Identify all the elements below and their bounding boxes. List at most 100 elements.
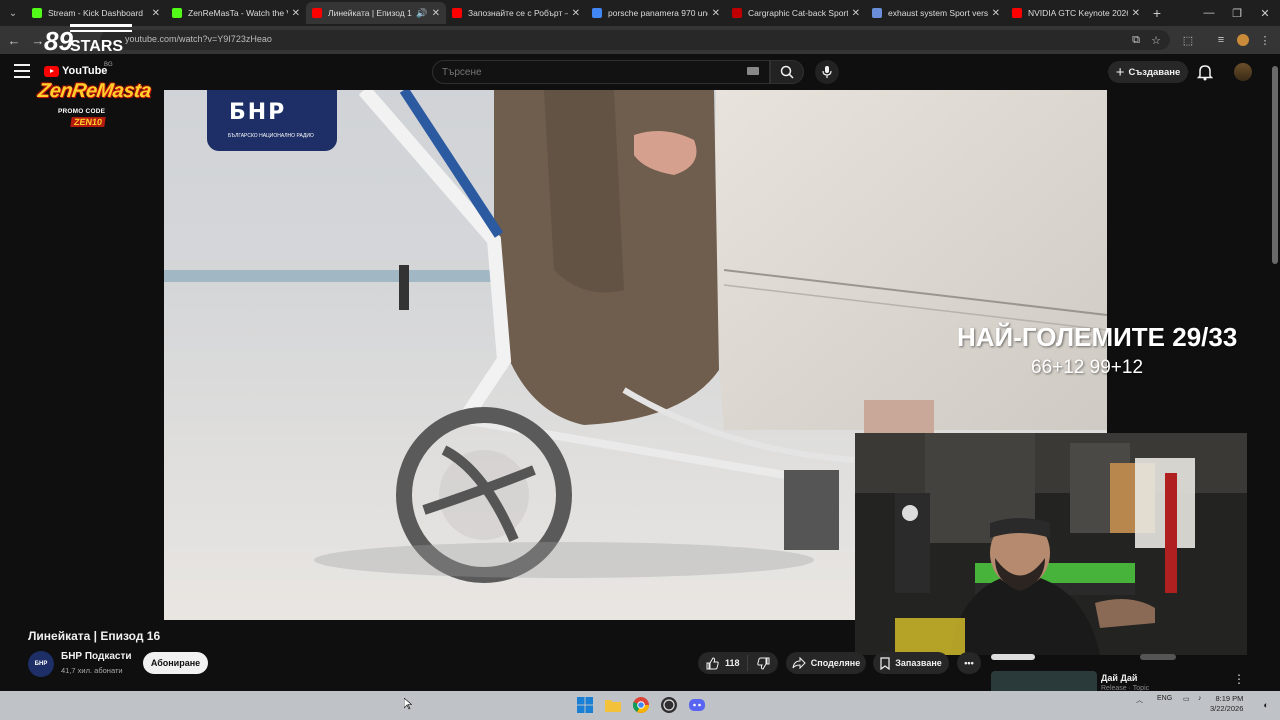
new-tab-button[interactable]: +: [1146, 5, 1168, 21]
tab-title: exhaust system Sport versio: [888, 8, 988, 18]
file-explorer-icon[interactable]: [603, 695, 623, 715]
tab-close-icon[interactable]: ✕: [712, 8, 720, 19]
stars-text: STARS: [70, 38, 124, 55]
account-avatar[interactable]: [1234, 63, 1252, 81]
url-text[interactable]: youtube.com/watch?v=Y9I723zHeao: [125, 34, 272, 44]
back-button[interactable]: ←: [2, 28, 26, 52]
browser-tab[interactable]: Линейката | Епизод 16 🔊 ✕: [306, 2, 446, 24]
more-actions-button[interactable]: •••: [957, 652, 981, 674]
obs-icon[interactable]: [659, 695, 679, 715]
windows-start-icon[interactable]: [575, 695, 595, 715]
search-icon: [780, 65, 794, 79]
search-input[interactable]: [433, 61, 733, 83]
close-window-button[interactable]: ✕: [1251, 0, 1279, 26]
tab-title: Запознайте се с Робърт – п: [468, 8, 568, 18]
notifications-bell-icon[interactable]: [1196, 63, 1214, 81]
subscribe-button[interactable]: Абониране: [143, 652, 208, 674]
browser-tab-strip: ⌄ Stream - Kick Dashboard ✕ ZenReMasTa - W…: [0, 0, 1280, 26]
promo-code-value: ZEN10: [70, 117, 106, 127]
clock-date: 3/22/2026: [1210, 704, 1244, 713]
channel-avatar[interactable]: БНР: [28, 651, 54, 677]
tab-audio-icon[interactable]: 🔊: [416, 8, 427, 19]
scrollbar-thumb[interactable]: [1272, 66, 1278, 264]
taskbar-clock[interactable]: 8:19 PM 3/22/2026: [1210, 694, 1243, 714]
recommended-menu-icon[interactable]: ⋮: [1233, 672, 1245, 686]
tab-search-button[interactable]: ⌄: [0, 0, 26, 26]
tab-close-icon[interactable]: ✕: [992, 8, 1000, 19]
thumbs-up-icon: [706, 656, 719, 669]
like-button[interactable]: 118: [698, 655, 748, 671]
browser-tab[interactable]: ZenReMasTa - Watch the VO ✕: [166, 2, 306, 24]
overlay-standings-title: НАЙ-ГОЛЕМИТЕ 29/33: [957, 322, 1238, 352]
media-control-icon[interactable]: ≡: [1212, 31, 1230, 49]
volume-icon[interactable]: ♪: [1198, 695, 1202, 702]
tab-title: Stream - Kick Dashboard: [48, 8, 143, 18]
voice-search-button[interactable]: [815, 60, 839, 84]
browser-menu-icon[interactable]: ⋮: [1256, 31, 1274, 49]
search-button[interactable]: [770, 60, 804, 84]
tab-close-icon[interactable]: ✕: [852, 8, 860, 19]
minimize-button[interactable]: —: [1195, 0, 1223, 26]
youtube-icon: [452, 8, 462, 18]
browser-tab[interactable]: porsche panamera 970 unde ✕: [586, 2, 726, 24]
input-language[interactable]: ENG: [1157, 695, 1172, 702]
hamburger-menu-icon[interactable]: [14, 64, 30, 78]
discord-icon[interactable]: [687, 695, 707, 715]
microphone-icon: [822, 66, 832, 78]
tab-close-icon[interactable]: ✕: [432, 8, 440, 19]
bookmark-star-icon[interactable]: ☆: [1147, 31, 1165, 49]
tab-title: porsche panamera 970 unde: [608, 8, 708, 18]
zenremasta-logo-text: ZenReMasta: [36, 80, 153, 102]
notification-center-icon[interactable]: ◐: [1256, 695, 1276, 715]
youtube-logo[interactable]: YouTube: [44, 65, 107, 77]
recommended-thumbnail[interactable]: [991, 671, 1097, 691]
profile-avatar-icon[interactable]: [1234, 31, 1252, 49]
like-dislike-group: 118: [698, 652, 778, 674]
share-icon: [792, 657, 806, 669]
tab-list: Stream - Kick Dashboard ✕ ZenReMasTa - Wat…: [26, 2, 1146, 24]
keyboard-icon[interactable]: [747, 67, 759, 75]
share-button[interactable]: Споделяне: [786, 652, 866, 674]
youtube-icon: [312, 8, 322, 18]
promo-code-label: PROMO CODE: [58, 108, 106, 115]
tab-close-icon[interactable]: ✕: [292, 8, 300, 19]
filter-chip[interactable]: [991, 654, 1035, 660]
stars-overlay-logo: 89 STARS: [42, 22, 137, 70]
tab-title: ZenReMasTa - Watch the VO: [188, 8, 288, 18]
youtube-region-code: BG: [104, 62, 113, 68]
kick-icon: [172, 8, 182, 18]
cargraphic-icon: [732, 8, 742, 18]
filter-chip[interactable]: [1140, 654, 1176, 660]
browser-tab[interactable]: Cargraphic Cat-back Sport E ✕: [726, 2, 866, 24]
browser-tab[interactable]: NVIDIA GTC Keynote 2026 - ✕: [1006, 2, 1146, 24]
create-label: Създаване: [1128, 66, 1181, 78]
chrome-icon[interactable]: [631, 695, 651, 715]
network-icon[interactable]: ▭: [1183, 695, 1190, 703]
tab-close-icon[interactable]: ✕: [152, 8, 160, 19]
browser-tab[interactable]: Stream - Kick Dashboard ✕: [26, 2, 166, 24]
maximize-button[interactable]: ❐: [1223, 0, 1251, 26]
mouse-cursor: [403, 697, 413, 715]
dislike-button[interactable]: [748, 657, 778, 670]
plus-icon: +: [1115, 63, 1125, 81]
tab-close-icon[interactable]: ✕: [572, 8, 580, 19]
tab-title: Линейката | Епизод 16: [328, 8, 413, 18]
subscriber-count: 41,7 хил. абонати: [61, 666, 123, 675]
clock-time: 8:19 PM: [1215, 694, 1244, 703]
search-box[interactable]: [432, 60, 770, 84]
overlay-standings-score: 66+12 99+12: [1031, 357, 1144, 378]
tray-chevron-icon[interactable]: ︿: [1136, 695, 1143, 705]
save-button[interactable]: Запазване: [873, 652, 949, 674]
thumbs-down-icon: [756, 657, 769, 670]
browser-tab[interactable]: Запознайте се с Робърт – п ✕: [446, 2, 586, 24]
overlay-stripe: [70, 30, 132, 32]
cast-icon[interactable]: ⧉: [1127, 31, 1145, 49]
save-label: Запазване: [895, 658, 942, 668]
tab-close-icon[interactable]: ✕: [1132, 8, 1140, 19]
extensions-icon[interactable]: ⬚: [1179, 31, 1197, 49]
create-button[interactable]: + Създаване: [1108, 61, 1188, 83]
youtube-icon: [1012, 8, 1022, 18]
channel-name[interactable]: БНР Подкасти: [61, 651, 132, 662]
recommended-title[interactable]: Дай Дай: [1101, 673, 1137, 683]
browser-tab[interactable]: exhaust system Sport versio ✕: [866, 2, 1006, 24]
